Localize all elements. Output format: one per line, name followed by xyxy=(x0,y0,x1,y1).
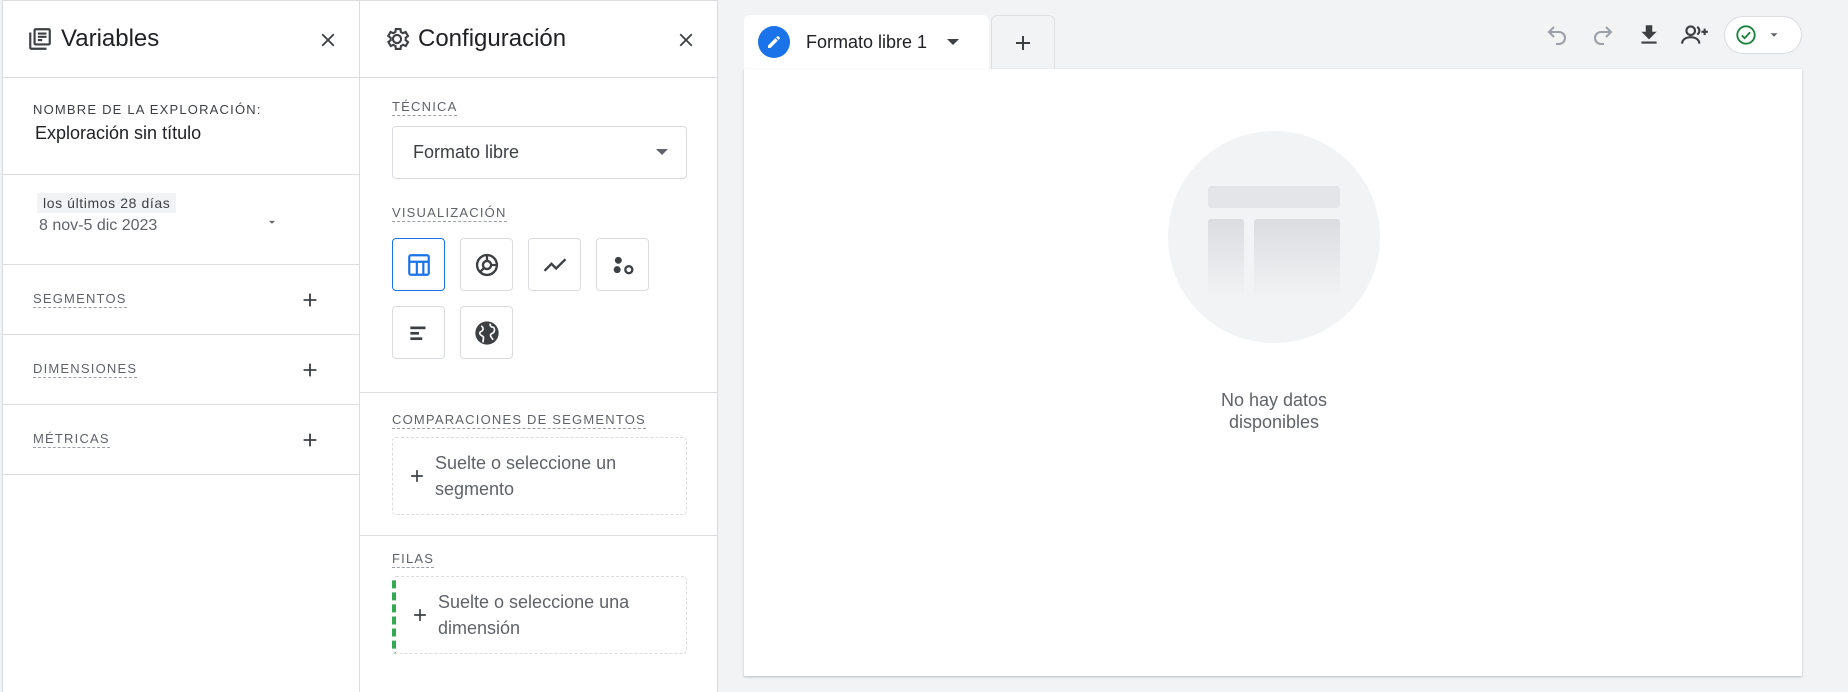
no-data-message: No hay datos disponibles xyxy=(1220,390,1328,432)
configuration-title: Configuración xyxy=(418,25,567,52)
viz-bar-button[interactable] xyxy=(392,306,445,359)
variables-list-icon xyxy=(25,24,55,54)
plus-icon xyxy=(407,466,427,486)
add-dimension-button[interactable] xyxy=(297,357,323,383)
undo-button[interactable] xyxy=(1538,16,1576,54)
segment-drop-zone[interactable]: Suelte o seleccione un segmento xyxy=(392,437,687,515)
technique-value: Formato libre xyxy=(413,142,520,162)
undo-icon xyxy=(1547,26,1566,45)
rows-drop-text: Suelte o seleccione una dimensión xyxy=(438,592,630,638)
plus-icon xyxy=(1016,35,1030,50)
visualization-section: VISUALIZACIÓN xyxy=(360,179,717,393)
visualization-label: VISUALIZACIÓN xyxy=(392,205,507,222)
download-icon xyxy=(1641,25,1657,44)
exploration-name-section: NOMBRE DE LA EXPLORACIÓN: Exploración si… xyxy=(3,78,359,175)
status-menu-button[interactable] xyxy=(1724,16,1802,54)
segment-drop-text: Suelte o seleccione un segmento xyxy=(435,453,617,499)
rows-label: FILAS xyxy=(392,551,435,568)
add-person-icon xyxy=(1681,25,1708,44)
date-range-text: 8 nov-5 dic 2023 xyxy=(39,217,158,234)
dimensions-section: DIMENSIONES xyxy=(3,335,359,405)
configuration-panel: Configuración TÉCNICA Formato libre VISU… xyxy=(360,0,718,692)
metrics-label: MÉTRICAS xyxy=(33,431,110,448)
variables-title: Variables xyxy=(61,25,160,52)
date-dropdown-icon[interactable] xyxy=(265,215,279,234)
date-preset-chip: los últimos 28 días xyxy=(37,193,177,213)
add-tab-button[interactable] xyxy=(991,15,1055,69)
line-chart-icon xyxy=(543,257,566,272)
exploration-name-input[interactable]: Exploración sin título xyxy=(33,123,329,144)
rows-drop-zone[interactable]: Suelte o seleccione una dimensión xyxy=(392,576,687,654)
tab-bar: Formato libre 1 xyxy=(744,15,1055,69)
exploration-canvas: No hay datos disponibles xyxy=(744,69,1802,676)
visualization-grid xyxy=(392,238,685,392)
configuration-header: Configuración xyxy=(360,1,717,78)
pencil-icon xyxy=(758,26,790,58)
gear-icon xyxy=(382,24,412,54)
technique-section: TÉCNICA Formato libre xyxy=(360,78,717,179)
toolbar xyxy=(1538,16,1802,54)
plus-icon xyxy=(410,605,430,625)
dimensions-label: DIMENSIONES xyxy=(33,361,138,378)
tab-menu-chevron-icon[interactable] xyxy=(947,39,960,45)
scatter-plot-icon xyxy=(613,256,633,274)
variables-panel: Variables NOMBRE DE LA EXPLORACIÓN: Expl… xyxy=(2,0,360,692)
close-configuration-button[interactable] xyxy=(671,25,701,55)
viz-scatter-button[interactable] xyxy=(596,238,649,291)
check-circle-icon xyxy=(1736,25,1756,45)
redo-button[interactable] xyxy=(1584,16,1622,54)
segments-section: SEGMENTOS xyxy=(3,265,359,335)
exploration-name-label: NOMBRE DE LA EXPLORACIÓN: xyxy=(33,102,262,117)
plus-icon xyxy=(303,433,317,446)
segment-comparisons-section: COMPARACIONES DE SEGMENTOS Suelte o sele… xyxy=(360,393,717,536)
plus-icon xyxy=(303,363,317,376)
variables-header: Variables xyxy=(3,1,359,78)
technique-label: TÉCNICA xyxy=(392,99,458,116)
segments-label: SEGMENTOS xyxy=(33,291,127,308)
redo-icon xyxy=(1594,26,1613,45)
table-icon xyxy=(407,253,430,276)
close-icon xyxy=(321,33,335,47)
technique-select[interactable]: Formato libre xyxy=(392,126,687,179)
rows-section: FILAS Suelte o seleccione una dimensión xyxy=(360,536,717,668)
tab-label: Formato libre 1 xyxy=(806,31,928,52)
canvas-area: Formato libre 1 No hay datos disponibles xyxy=(744,0,1848,692)
close-variables-button[interactable] xyxy=(313,25,343,55)
bar-chart-icon xyxy=(409,326,425,340)
segment-comparisons-label: COMPARACIONES DE SEGMENTOS xyxy=(392,412,646,429)
date-range-section[interactable]: los últimos 28 días 8 nov-5 dic 2023 xyxy=(3,175,359,265)
viz-donut-button[interactable] xyxy=(460,238,513,291)
metrics-section: MÉTRICAS xyxy=(3,405,359,475)
share-button[interactable] xyxy=(1676,16,1714,54)
download-button[interactable] xyxy=(1630,16,1668,54)
close-icon xyxy=(679,33,693,47)
plus-icon xyxy=(303,293,317,306)
viz-table-button[interactable] xyxy=(392,238,445,291)
chevron-down-icon xyxy=(1770,33,1778,37)
viz-geo-button[interactable] xyxy=(460,306,513,359)
chevron-down-icon xyxy=(656,149,668,155)
empty-table-illustration xyxy=(1168,131,1380,343)
add-segment-button[interactable] xyxy=(297,287,323,313)
viz-line-button[interactable] xyxy=(528,238,581,291)
donut-chart-icon xyxy=(475,253,498,276)
globe-icon xyxy=(474,320,499,345)
tab-formato-libre-1[interactable]: Formato libre 1 xyxy=(744,15,989,69)
add-metric-button[interactable] xyxy=(297,427,323,453)
